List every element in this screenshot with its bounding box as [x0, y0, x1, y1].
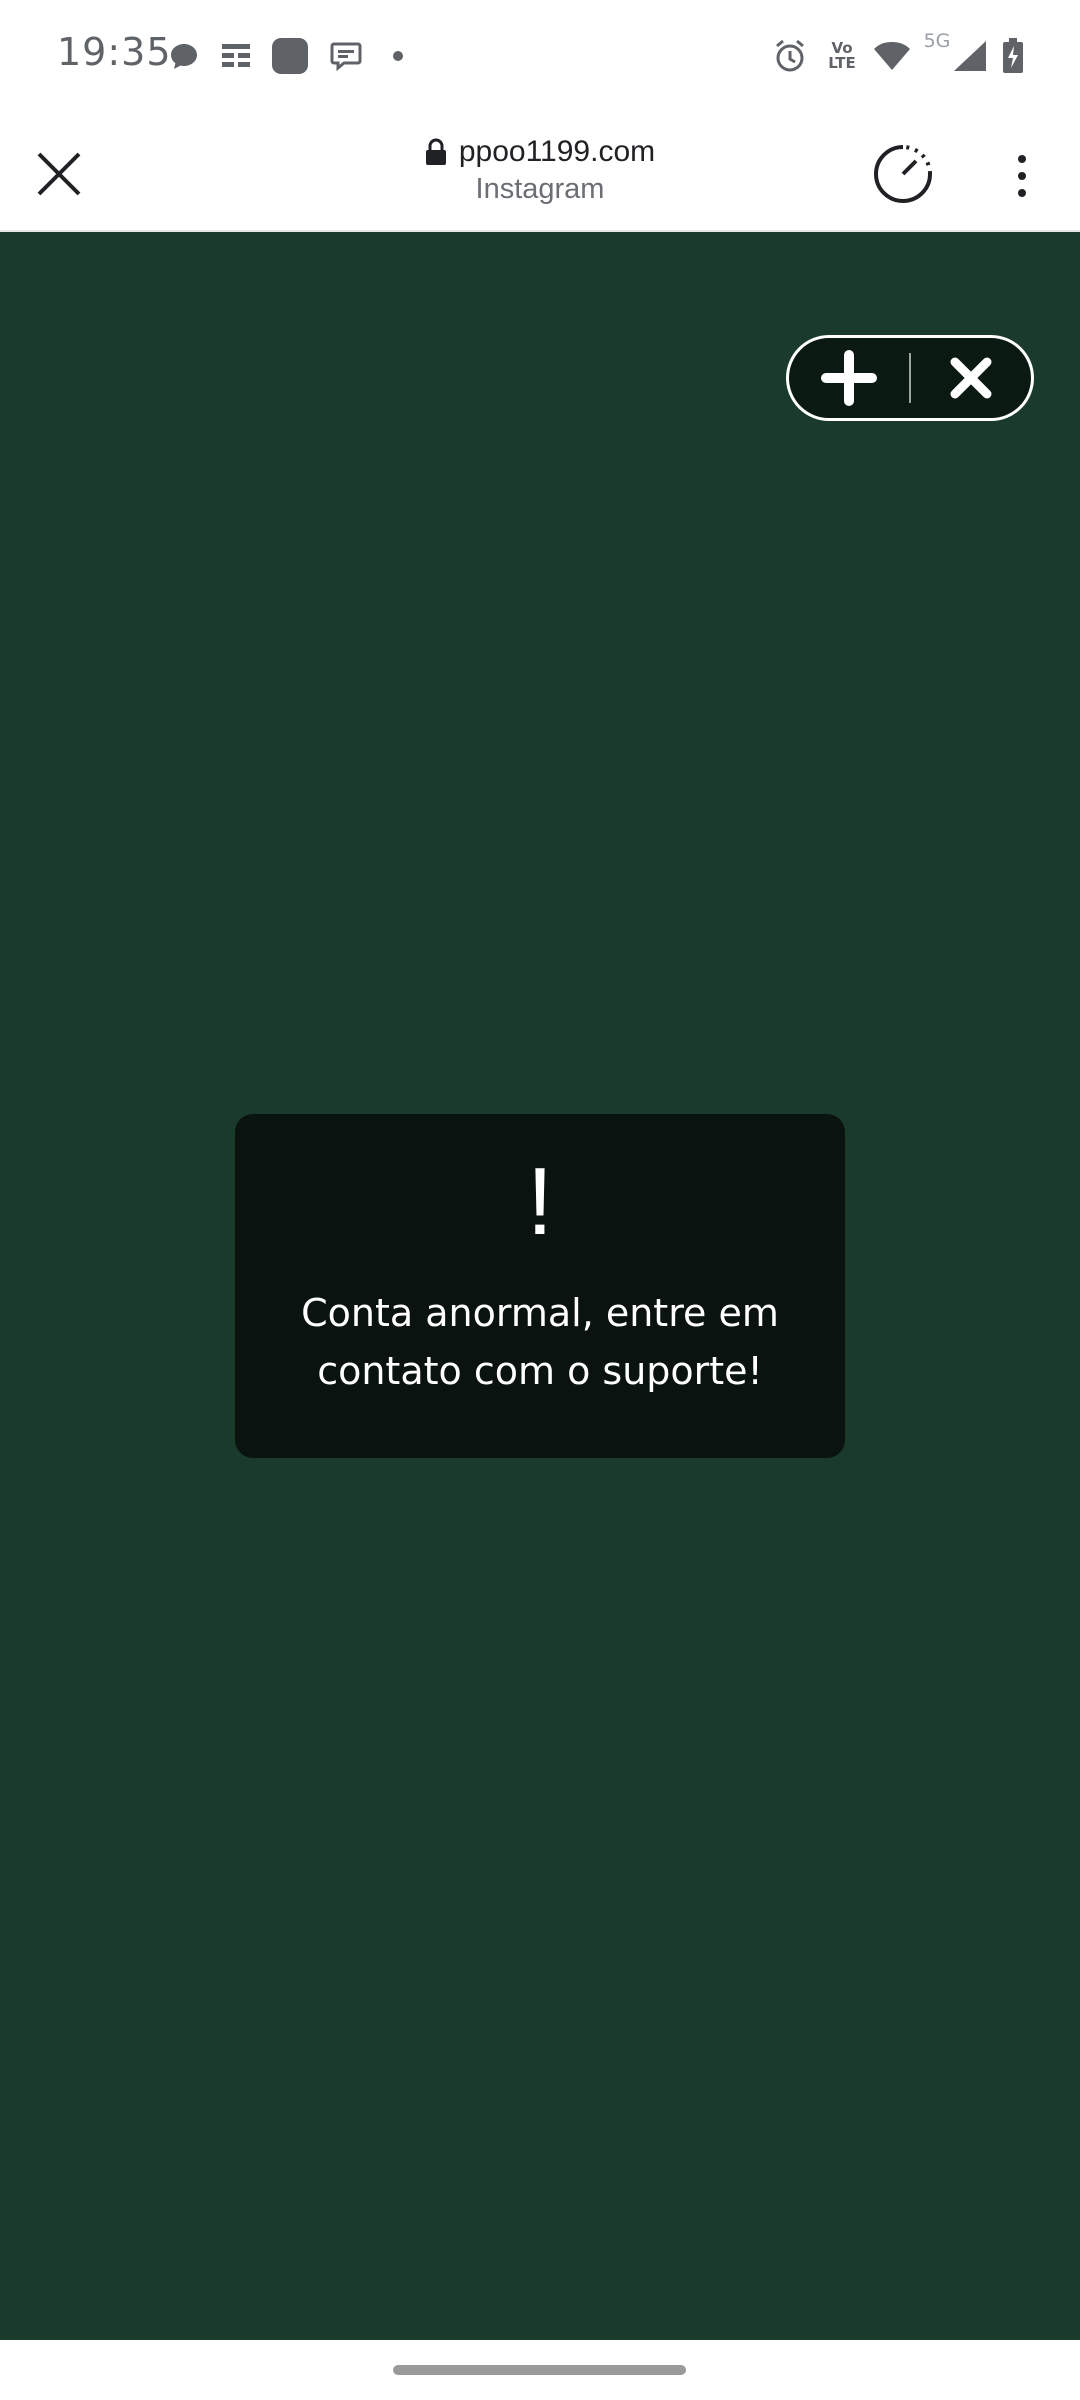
url-domain: ppoo1199.com — [458, 135, 656, 168]
gesture-nav-area — [0, 2340, 1080, 2400]
web-page-content: ! Conta anormal, entre em contato com o … — [0, 232, 1080, 2340]
volte-label-bottom: LTE — [828, 54, 856, 72]
timer-icon — [874, 145, 932, 203]
lock-icon — [425, 138, 446, 165]
alarm-icon — [770, 38, 810, 74]
dot-icon — [388, 38, 408, 74]
more-vert-icon — [1018, 155, 1026, 197]
notification-list-icon — [218, 38, 254, 74]
exclamation-icon: ! — [526, 1148, 554, 1255]
floating-action-pill — [786, 335, 1034, 421]
status-bar: 19:35 Vo LTE 5G — [0, 0, 1080, 115]
alert-dialog: ! Conta anormal, entre em contato com o … — [235, 1114, 845, 1458]
status-time: 19:35 — [57, 30, 172, 74]
plus-icon — [821, 350, 877, 406]
battery-charging-icon — [998, 38, 1028, 74]
close-tab-button[interactable] — [28, 143, 90, 205]
site-name: Instagram — [475, 173, 605, 205]
url-bar[interactable]: ppoo1199.com Instagram — [300, 135, 780, 206]
close-icon — [950, 357, 992, 399]
wifi-icon — [870, 38, 914, 74]
signal-5g-icon — [950, 38, 990, 74]
page-timer-button[interactable] — [868, 139, 938, 209]
close-icon — [37, 152, 81, 196]
app-square-icon — [270, 38, 310, 74]
gesture-handle[interactable] — [393, 2365, 686, 2375]
more-options-button[interactable] — [1000, 141, 1044, 211]
volte-icon: Vo LTE — [822, 38, 862, 74]
network-label: 5G — [923, 30, 951, 52]
alert-message: Conta anormal, entre em contato com o su… — [301, 1291, 779, 1393]
browser-toolbar: ppoo1199.com Instagram — [0, 115, 1080, 232]
message-icon — [328, 38, 364, 74]
add-button[interactable] — [789, 338, 909, 418]
chat-bubble-icon — [166, 38, 202, 74]
dismiss-button[interactable] — [911, 338, 1031, 418]
